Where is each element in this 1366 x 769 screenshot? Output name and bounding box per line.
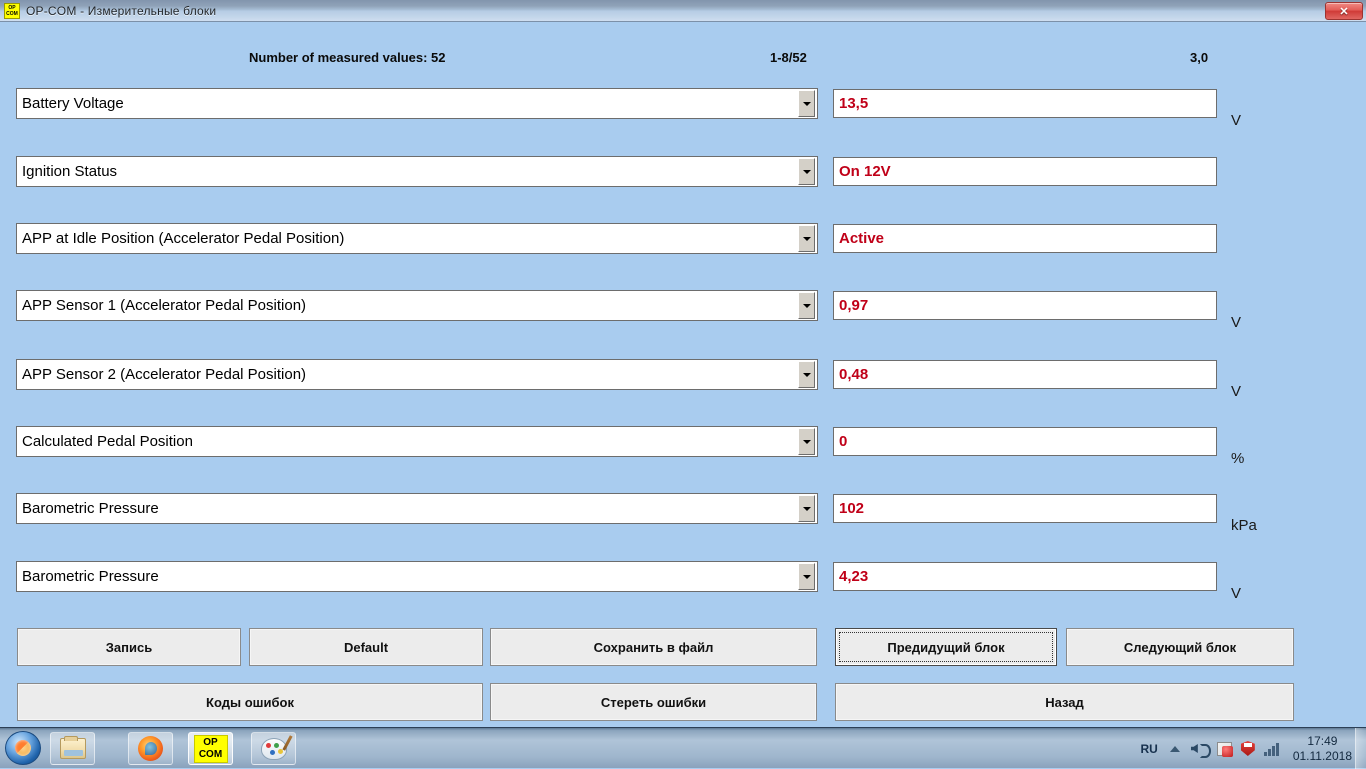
chevron-down-icon[interactable] — [798, 292, 815, 319]
taskbar-item-explorer[interactable] — [50, 732, 95, 765]
measurement-row: APP at Idle Position (Accelerator Pedal … — [0, 223, 1366, 257]
folder-icon — [59, 736, 86, 759]
close-window-button[interactable]: ✕ — [1325, 2, 1363, 20]
volume-icon[interactable] — [1190, 742, 1211, 758]
taskbar-item-opcom[interactable]: OP COM — [188, 732, 233, 765]
network-signal-icon[interactable] — [1263, 742, 1280, 756]
error-codes-button[interactable]: Коды ошибок — [17, 683, 483, 721]
parameter-label-2: Ignition Status — [22, 163, 118, 180]
chevron-down-icon[interactable] — [798, 225, 815, 252]
unit-label-8: V — [1231, 585, 1242, 602]
opcom-icon-label-bottom: COM — [6, 10, 18, 17]
opcom-app-icon: OP COM — [4, 2, 20, 19]
parameter-label-3: APP at Idle Position (Accelerator Pedal … — [22, 230, 345, 247]
chevron-down-icon[interactable] — [798, 361, 815, 388]
start-button[interactable] — [5, 731, 41, 765]
unit-label-7: kPa — [1231, 517, 1257, 534]
clear-errors-button[interactable]: Стереть ошибки — [490, 683, 817, 721]
value-text-6: 0 — [839, 433, 848, 450]
action-center-flag-icon[interactable] — [1216, 741, 1233, 757]
page-range-indicator: 1-8/52 — [770, 50, 807, 65]
parameter-label-4: APP Sensor 1 (Accelerator Pedal Position… — [22, 297, 307, 314]
value-field-4: 0,97 — [833, 291, 1217, 320]
measurement-row: APP Sensor 2 (Accelerator Pedal Position… — [0, 359, 1366, 400]
parameter-select-4[interactable]: APP Sensor 1 (Accelerator Pedal Position… — [16, 290, 818, 321]
paint-palette-icon — [260, 737, 287, 760]
value-text-7: 102 — [839, 500, 865, 517]
value-text-3: Active — [839, 230, 885, 247]
value-text-1: 13,5 — [839, 95, 869, 112]
value-field-2: On 12V — [833, 157, 1217, 186]
measurement-row: Battery Voltage 13,5 V — [0, 88, 1366, 129]
taskbar-item-paint[interactable] — [251, 732, 296, 765]
unit-label-6: % — [1231, 450, 1245, 467]
parameter-label-5: APP Sensor 2 (Accelerator Pedal Position… — [22, 366, 307, 383]
chevron-down-icon[interactable] — [798, 158, 815, 185]
opcom-taskbar-label-top: OP — [203, 736, 218, 748]
windows-taskbar: OP COM RU 17:49 01.11.2018 — [0, 727, 1366, 769]
value-field-1: 13,5 — [833, 89, 1217, 118]
measurement-row: Barometric Pressure 4,23 V — [0, 561, 1366, 602]
language-indicator[interactable]: RU — [1140, 742, 1157, 756]
parameter-select-5[interactable]: APP Sensor 2 (Accelerator Pedal Position… — [16, 359, 818, 390]
parameter-select-1[interactable]: Battery Voltage — [16, 88, 818, 119]
measurement-row: Calculated Pedal Position 0 % — [0, 426, 1366, 467]
parameter-select-2[interactable]: Ignition Status — [16, 156, 818, 187]
clock-date: 01.11.2018 — [1292, 748, 1352, 763]
value-field-6: 0 — [833, 427, 1217, 456]
value-text-5: 0,48 — [839, 366, 869, 383]
version-indicator: 3,0 — [1190, 50, 1209, 65]
value-text-4: 0,97 — [839, 297, 869, 314]
chevron-down-icon[interactable] — [798, 90, 815, 117]
opcom-taskbar-label-bottom: COM — [198, 748, 223, 760]
record-button[interactable]: Запись — [17, 628, 241, 666]
clock-time: 17:49 — [1307, 733, 1338, 748]
measurement-blocks-panel: Number of measured values: 52 1-8/52 3,0… — [0, 23, 1366, 727]
taskbar-clock[interactable]: 17:49 01.11.2018 — [1293, 734, 1352, 764]
chevron-down-icon[interactable] — [798, 563, 815, 590]
previous-block-button[interactable]: Предидущий блок — [835, 628, 1057, 666]
measurement-row: Barometric Pressure 102 kPa — [0, 493, 1366, 534]
parameter-label-7: Barometric Pressure — [22, 500, 159, 517]
firefox-icon — [138, 736, 163, 761]
show-desktop-button[interactable] — [1355, 728, 1366, 769]
save-to-file-button[interactable]: Сохранить в файл — [490, 628, 817, 666]
parameter-select-3[interactable]: APP at Idle Position (Accelerator Pedal … — [16, 223, 818, 254]
value-field-8: 4,23 — [833, 562, 1217, 591]
parameter-select-7[interactable]: Barometric Pressure — [16, 493, 818, 524]
unit-label-1: V — [1231, 112, 1242, 129]
value-field-7: 102 — [833, 494, 1217, 523]
parameter-select-8[interactable]: Barometric Pressure — [16, 561, 818, 592]
system-tray: RU 17:49 01.11.2018 — [1140, 728, 1352, 769]
chevron-down-icon[interactable] — [798, 495, 815, 522]
value-text-2: On 12V — [839, 163, 891, 180]
parameter-label-6: Calculated Pedal Position — [22, 433, 193, 450]
window-titlebar: OP COM OP-COM - Измерительные блоки ✕ — [0, 0, 1366, 22]
next-block-button[interactable]: Следующий блок — [1066, 628, 1294, 666]
unit-label-4: V — [1231, 314, 1242, 331]
taskbar-item-firefox[interactable] — [128, 732, 173, 765]
value-text-8: 4,23 — [839, 568, 869, 585]
value-field-3: Active — [833, 224, 1217, 253]
measurement-row: APP Sensor 1 (Accelerator Pedal Position… — [0, 290, 1366, 331]
default-button[interactable]: Default — [249, 628, 483, 666]
value-field-5: 0,48 — [833, 360, 1217, 389]
parameter-label-1: Battery Voltage — [22, 95, 124, 112]
window-title: OP-COM - Измерительные блоки — [26, 3, 217, 18]
unit-label-5: V — [1231, 383, 1242, 400]
measured-values-count: Number of measured values: 52 — [249, 50, 446, 65]
parameter-label-8: Barometric Pressure — [22, 568, 159, 585]
parameter-select-6[interactable]: Calculated Pedal Position — [16, 426, 818, 457]
windows-logo-icon — [15, 740, 31, 756]
security-shield-icon[interactable] — [1240, 741, 1255, 756]
back-button[interactable]: Назад — [835, 683, 1294, 721]
chevron-down-icon[interactable] — [798, 428, 815, 455]
chevron-up-icon[interactable] — [1169, 745, 1180, 752]
opcom-icon: OP COM — [193, 734, 228, 763]
measurement-row: Ignition Status On 12V — [0, 156, 1366, 190]
